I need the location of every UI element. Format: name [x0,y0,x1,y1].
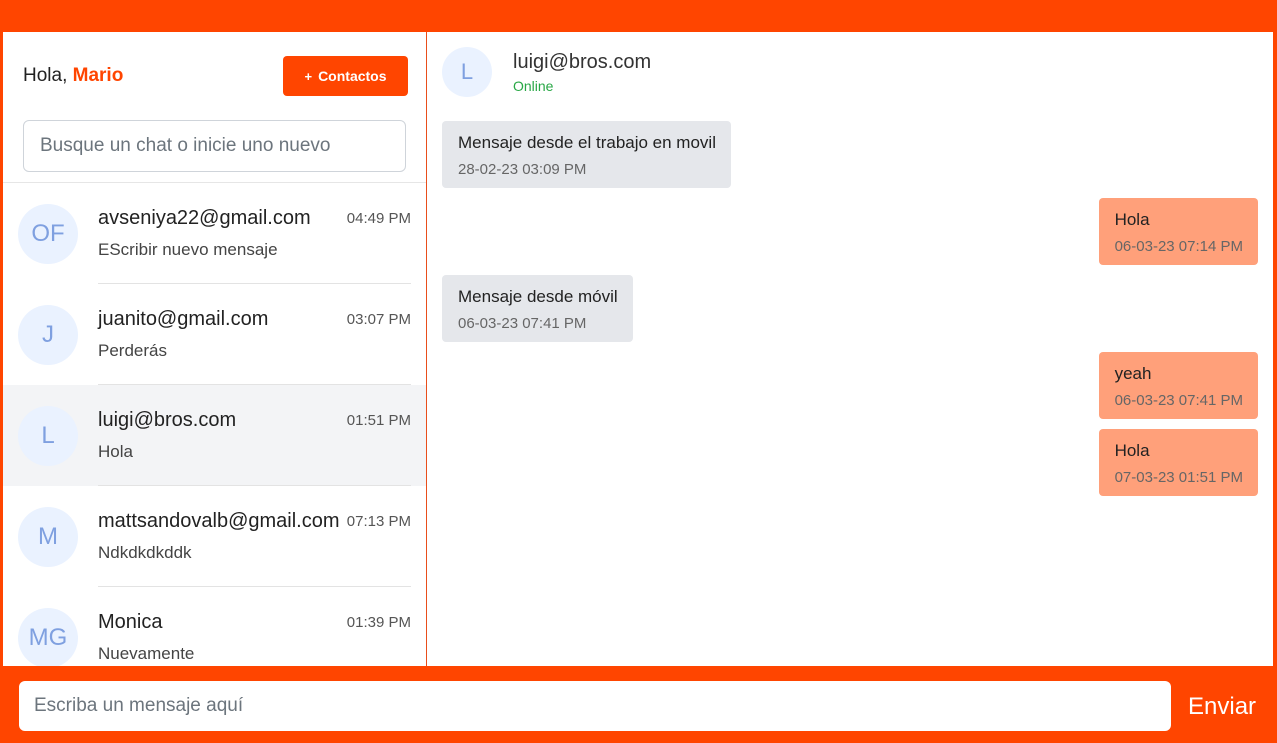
chat-info: Monica 01:39 PM Nuevamente [98,587,411,666]
outgoing-message: Hola 07-03-23 01:51 PM [1098,429,1258,496]
sidebar-header: Hola, Mario + Contactos [3,32,426,120]
search-input[interactable] [23,120,406,172]
contacts-button[interactable]: + Contactos [283,56,408,96]
chat-time: 04:49 PM [346,210,411,227]
chat-list-item[interactable]: MG Monica 01:39 PM Nuevamente [3,587,426,666]
contacts-button-label: Contactos [318,68,387,84]
chat-time: 01:39 PM [346,614,411,631]
plus-icon: + [304,68,313,84]
contact-meta: luigi@bros.com Online [513,51,651,94]
message-list: Mensaje desde el trabajo en movil 28-02-… [442,112,1258,666]
message-text: Hola [1114,210,1150,229]
incoming-message: Mensaje desde móvil 06-03-23 07:41 PM [442,275,633,342]
conversation-pane: L luigi@bros.com Online Mensaje desde el… [427,32,1273,666]
message-time: 06-03-23 07:14 PM [1114,238,1243,255]
sidebar: Hola, Mario + Contactos OF avseniya22@gm… [3,32,427,666]
greeting-text: Hola, [23,65,68,86]
chat-info: mattsandovalb@gmail.com 07:13 PM Ndkdkdk… [98,486,411,587]
chat-list-item-active[interactable]: L luigi@bros.com 01:51 PM Hola [3,385,426,486]
chat-info: avseniya22@gmail.com 04:49 PM EScribir n… [98,183,411,284]
message-time: 06-03-23 07:41 PM [1114,392,1243,409]
chat-time: 01:51 PM [346,412,411,429]
avatar: MG [18,608,78,666]
chat-preview: Ndkdkdkddk [98,543,192,562]
message-time: 06-03-23 07:41 PM [458,315,587,332]
contact-status: Online [513,77,554,94]
conversation-header: L luigi@bros.com Online [442,32,1258,112]
message-input[interactable] [19,681,1171,731]
chat-preview: Hola [98,442,133,461]
message-text: Mensaje desde móvil [458,287,618,306]
contact-avatar: L [442,47,492,97]
chat-info: luigi@bros.com 01:51 PM Hola [98,385,411,486]
chat-preview: Nuevamente [98,644,195,663]
message-text: Mensaje desde el trabajo en movil [458,133,716,152]
message-time: 07-03-23 01:51 PM [1114,469,1243,486]
chat-list: OF avseniya22@gmail.com 04:49 PM EScribi… [3,183,426,666]
chat-time: 07:13 PM [346,513,411,530]
message-time: 28-02-23 03:09 PM [458,161,587,178]
greeting: Hola, Mario [23,65,123,87]
chat-app: Hola, Mario + Contactos OF avseniya22@gm… [3,32,1273,666]
user-name: Mario [72,65,124,86]
chat-preview: EScribir nuevo mensaje [98,240,278,259]
outgoing-message: Hola 06-03-23 07:14 PM [1098,198,1258,265]
message-text: yeah [1114,364,1152,383]
avatar: OF [18,204,78,264]
chat-time: 03:07 PM [346,311,411,328]
message-text: Hola [1114,441,1150,460]
chat-list-item[interactable]: J juanito@gmail.com 03:07 PM Perderás [3,284,426,385]
chat-info: juanito@gmail.com 03:07 PM Perderás [98,284,411,385]
avatar: L [18,406,78,466]
avatar: M [18,507,78,567]
avatar: J [18,305,78,365]
chat-list-item[interactable]: M mattsandovalb@gmail.com 07:13 PM Ndkdk… [3,486,426,587]
chat-list-item[interactable]: OF avseniya22@gmail.com 04:49 PM EScribi… [3,183,426,284]
search-container [3,120,426,183]
contact-name: luigi@bros.com [513,50,652,73]
send-button[interactable]: Enviar [1188,686,1256,728]
incoming-message: Mensaje desde el trabajo en movil 28-02-… [442,121,731,188]
chat-preview: Perderás [98,341,167,360]
outgoing-message: yeah 06-03-23 07:41 PM [1098,352,1258,419]
